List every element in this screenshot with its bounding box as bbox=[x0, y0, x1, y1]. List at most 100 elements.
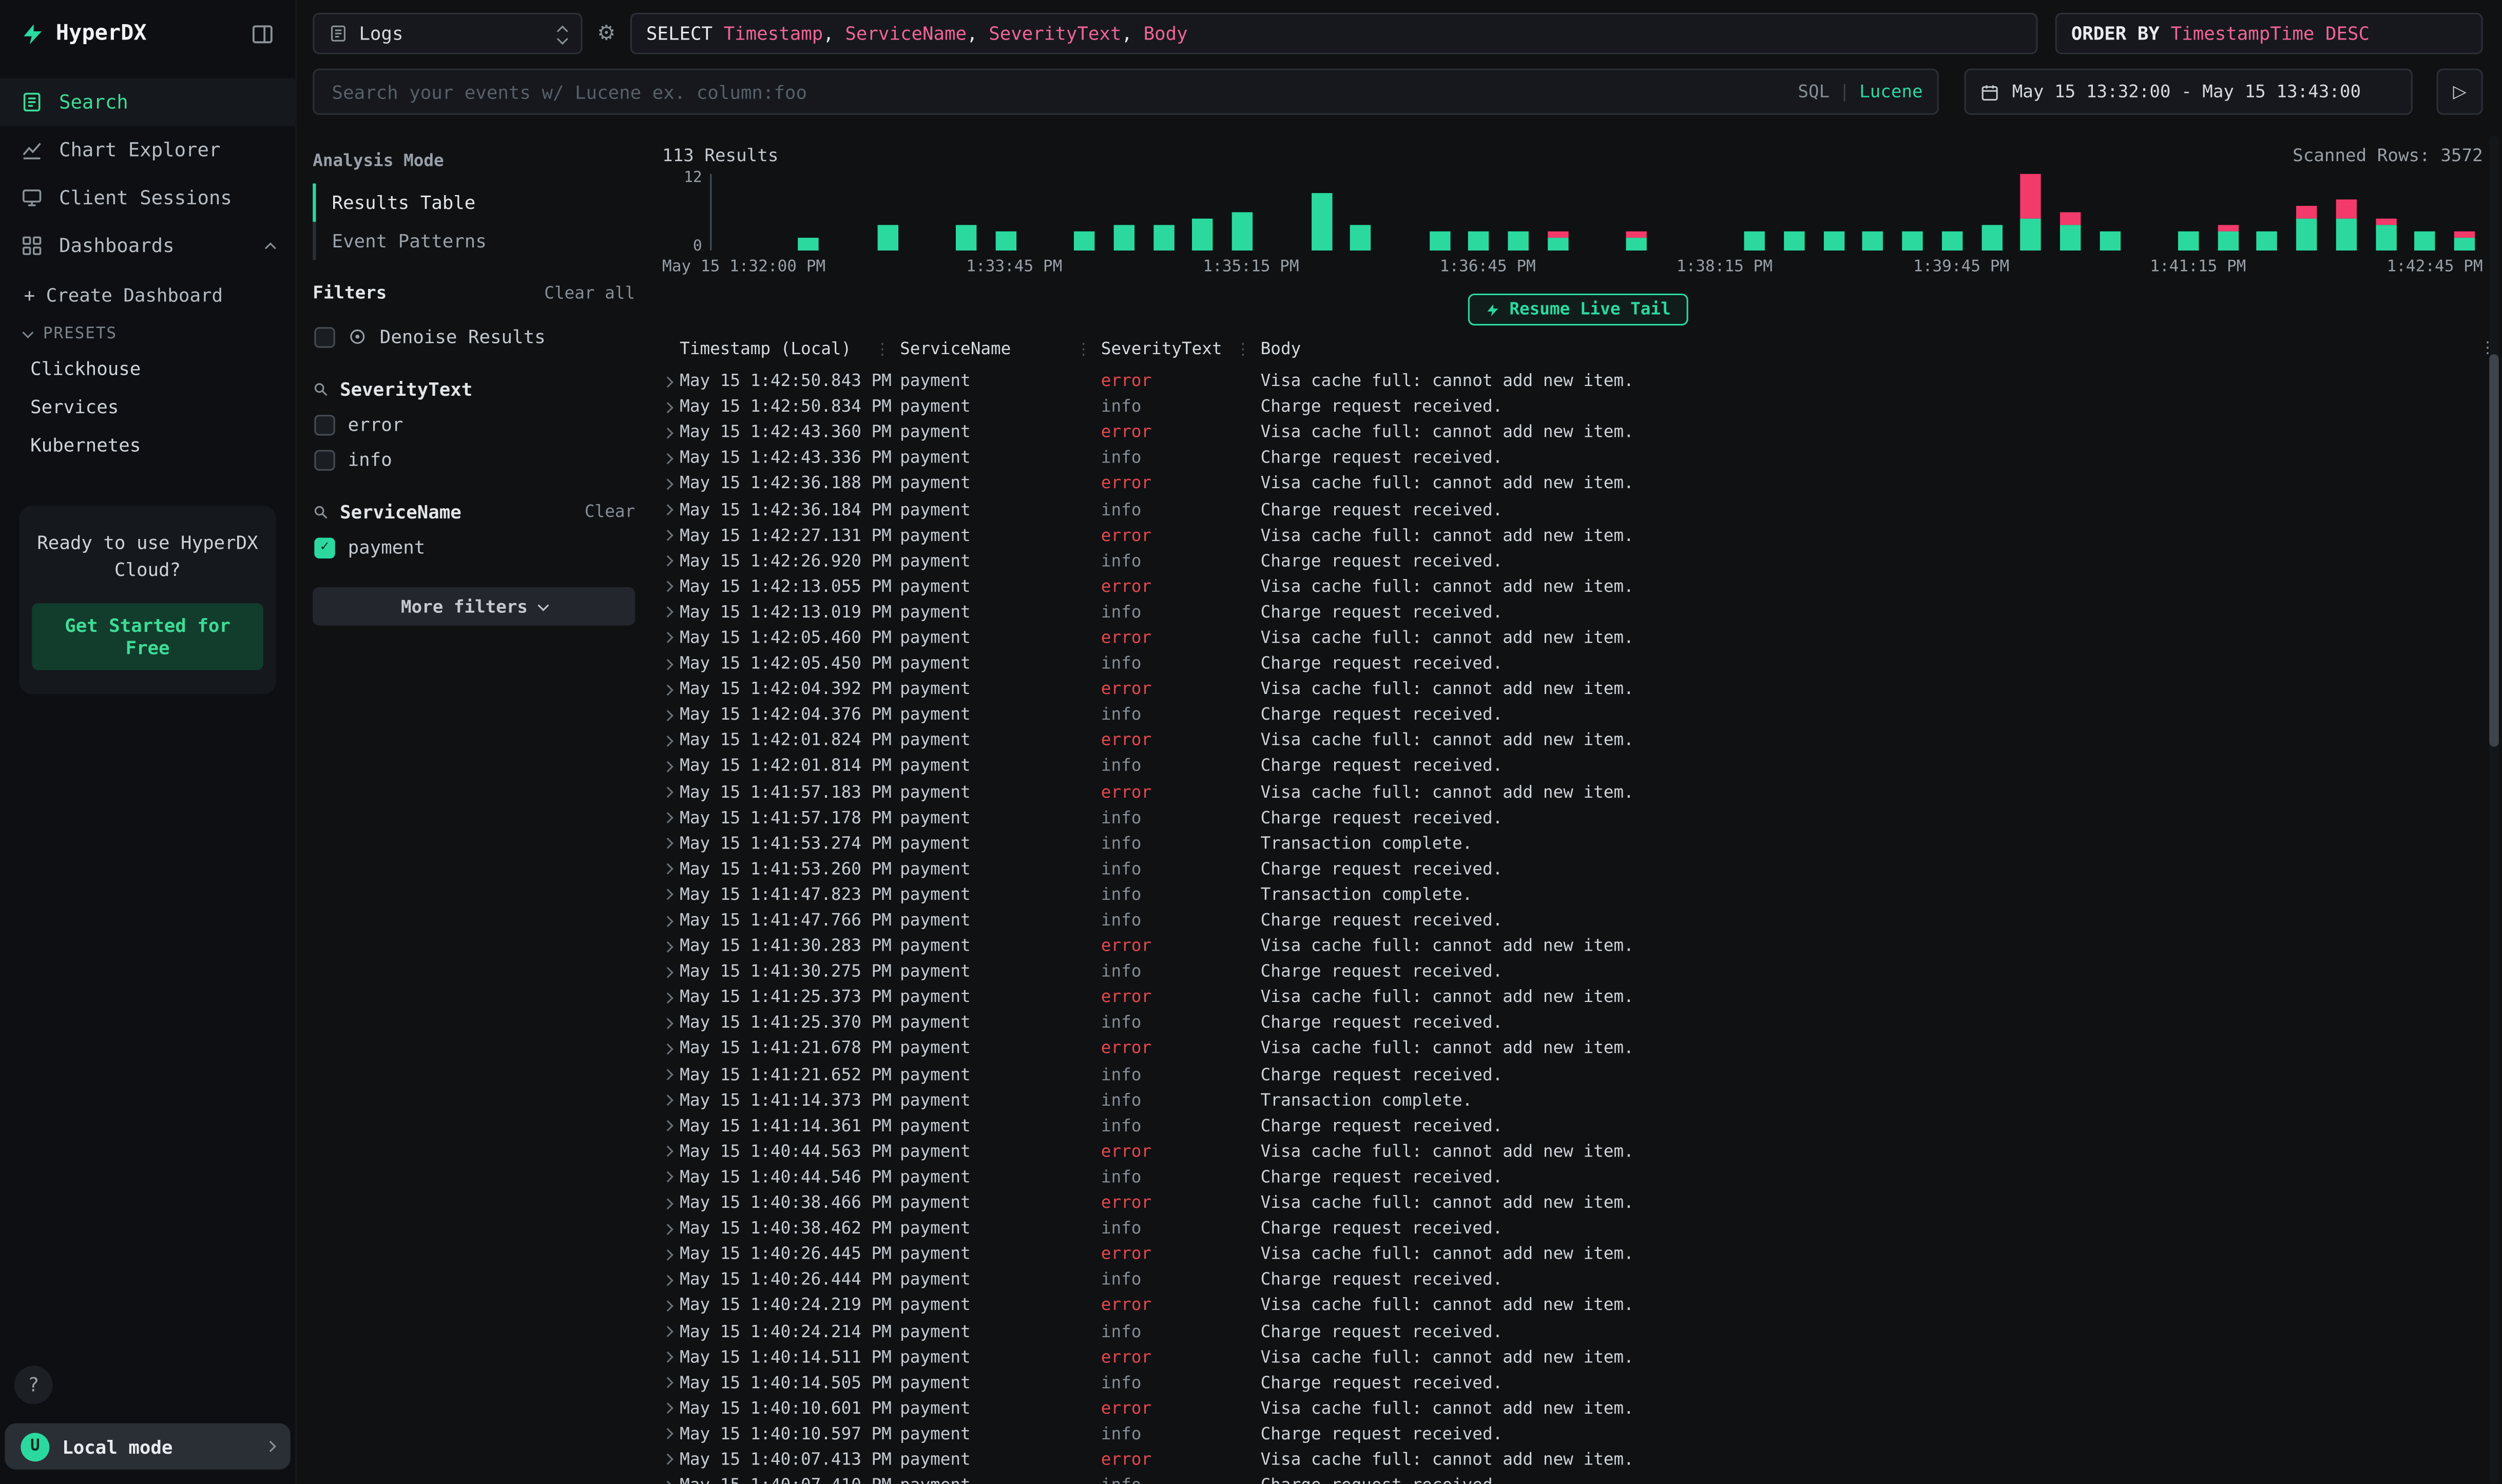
collapse-sidebar-icon[interactable] bbox=[251, 22, 275, 46]
denoise-option[interactable]: Denoise Results bbox=[313, 319, 635, 354]
table-row[interactable]: May 15 1:40:44.563 PMpaymenterrorVisa ca… bbox=[654, 1139, 2502, 1165]
search-input[interactable] bbox=[329, 79, 1785, 105]
table-row[interactable]: May 15 1:42:05.460 PMpaymenterrorVisa ca… bbox=[654, 625, 2502, 651]
table-row[interactable]: May 15 1:40:24.219 PMpaymenterrorVisa ca… bbox=[654, 1293, 2502, 1319]
histogram-bar[interactable] bbox=[877, 225, 898, 250]
row-expand-chevron-icon[interactable] bbox=[654, 1122, 680, 1130]
histogram-bar[interactable] bbox=[1863, 232, 1883, 250]
row-expand-chevron-icon[interactable] bbox=[654, 1404, 680, 1413]
presets-toggle[interactable]: PRESETS bbox=[0, 314, 295, 349]
table-row[interactable]: May 15 1:42:13.055 PMpaymenterrorVisa ca… bbox=[654, 574, 2502, 600]
row-expand-chevron-icon[interactable] bbox=[654, 660, 680, 668]
row-expand-chevron-icon[interactable] bbox=[654, 1353, 680, 1361]
table-row[interactable]: May 15 1:41:25.373 PMpaymenterrorVisa ca… bbox=[654, 985, 2502, 1011]
histogram-bar[interactable] bbox=[1981, 225, 2001, 250]
column-resize-handle-icon[interactable]: ⋮ bbox=[1075, 341, 1101, 358]
get-started-button[interactable]: Get Started for Free bbox=[32, 602, 263, 669]
table-row[interactable]: May 15 1:42:04.392 PMpaymenterrorVisa ca… bbox=[654, 677, 2502, 702]
preset-item-clickhouse[interactable]: Clickhouse bbox=[0, 350, 295, 388]
row-expand-chevron-icon[interactable] bbox=[654, 1148, 680, 1156]
table-row[interactable]: May 15 1:42:36.184 PMpaymentinfoCharge r… bbox=[654, 497, 2502, 523]
row-expand-chevron-icon[interactable] bbox=[654, 1071, 680, 1079]
row-expand-chevron-icon[interactable] bbox=[654, 1327, 680, 1336]
row-expand-chevron-icon[interactable] bbox=[654, 377, 680, 386]
histogram-bar[interactable] bbox=[2218, 225, 2238, 250]
histogram-bar[interactable] bbox=[1311, 193, 1332, 250]
histogram-bar[interactable] bbox=[1902, 232, 1923, 250]
histogram-bar[interactable] bbox=[1429, 232, 1450, 250]
histogram-bar[interactable] bbox=[1547, 232, 1568, 250]
histogram-bar[interactable] bbox=[1469, 232, 1489, 250]
row-expand-chevron-icon[interactable] bbox=[654, 454, 680, 462]
row-expand-chevron-icon[interactable] bbox=[654, 763, 680, 771]
histogram-bar[interactable] bbox=[1823, 232, 1844, 250]
row-expand-chevron-icon[interactable] bbox=[654, 865, 680, 874]
table-row[interactable]: May 15 1:41:47.766 PMpaymentinfoCharge r… bbox=[654, 908, 2502, 934]
histogram-bar[interactable] bbox=[1941, 232, 1962, 250]
table-row[interactable]: May 15 1:42:13.019 PMpaymentinfoCharge r… bbox=[654, 600, 2502, 625]
filter-option-error[interactable]: error bbox=[313, 407, 635, 442]
row-expand-chevron-icon[interactable] bbox=[654, 1276, 680, 1284]
histogram-bar[interactable] bbox=[1232, 212, 1253, 250]
table-row[interactable]: May 15 1:41:25.370 PMpaymentinfoCharge r… bbox=[654, 1011, 2502, 1036]
histogram-bar[interactable] bbox=[1153, 225, 1174, 250]
row-expand-chevron-icon[interactable] bbox=[654, 968, 680, 976]
row-expand-chevron-icon[interactable] bbox=[654, 1019, 680, 1028]
table-row[interactable]: May 15 1:40:07.410 PMpaymentinfoCharge r… bbox=[654, 1473, 2502, 1484]
table-row[interactable]: May 15 1:40:26.445 PMpaymenterrorVisa ca… bbox=[654, 1242, 2502, 1267]
column-resize-handle-icon[interactable]: ⋮ bbox=[874, 341, 900, 358]
row-expand-chevron-icon[interactable] bbox=[654, 429, 680, 437]
row-expand-chevron-icon[interactable] bbox=[654, 1096, 680, 1105]
table-row[interactable]: May 15 1:40:10.601 PMpaymenterrorVisa ca… bbox=[654, 1396, 2502, 1421]
col-header-severitytext[interactable]: SeverityText⋮ bbox=[1101, 340, 1261, 359]
create-dashboard-button[interactable]: + Create Dashboard bbox=[0, 269, 295, 314]
histogram-bar[interactable] bbox=[1074, 232, 1095, 250]
info-checkbox[interactable] bbox=[314, 449, 335, 470]
clear-group-button[interactable]: Clear bbox=[585, 503, 635, 522]
table-row[interactable]: May 15 1:42:27.131 PMpaymenterrorVisa ca… bbox=[654, 523, 2502, 548]
table-row[interactable]: May 15 1:41:21.652 PMpaymentinfoCharge r… bbox=[654, 1062, 2502, 1088]
col-header-timestamp[interactable]: Timestamp (Local)⋮ bbox=[680, 340, 900, 359]
run-query-button[interactable]: ▷ bbox=[2437, 69, 2483, 115]
row-expand-chevron-icon[interactable] bbox=[654, 1456, 680, 1464]
table-row[interactable]: May 15 1:42:50.834 PMpaymentinfoCharge r… bbox=[654, 394, 2502, 420]
row-expand-chevron-icon[interactable] bbox=[654, 480, 680, 488]
table-row[interactable]: May 15 1:42:43.360 PMpaymenterrorVisa ca… bbox=[654, 420, 2502, 446]
table-row[interactable]: May 15 1:41:57.178 PMpaymentinfoCharge r… bbox=[654, 805, 2502, 831]
row-expand-chevron-icon[interactable] bbox=[654, 609, 680, 617]
table-row[interactable]: May 15 1:40:14.511 PMpaymenterrorVisa ca… bbox=[654, 1344, 2502, 1370]
table-row[interactable]: May 15 1:40:38.462 PMpaymentinfoCharge r… bbox=[654, 1216, 2502, 1242]
table-row[interactable]: May 15 1:42:36.188 PMpaymenterrorVisa ca… bbox=[654, 471, 2502, 497]
histogram-bar[interactable] bbox=[2336, 200, 2356, 250]
col-header-servicename[interactable]: ServiceName⋮ bbox=[900, 340, 1101, 359]
preset-item-kubernetes[interactable]: Kubernetes bbox=[0, 426, 295, 465]
table-row[interactable]: May 15 1:41:30.283 PMpaymenterrorVisa ca… bbox=[654, 934, 2502, 959]
table-row[interactable]: May 15 1:42:05.450 PMpaymentinfoCharge r… bbox=[654, 651, 2502, 677]
row-expand-chevron-icon[interactable] bbox=[654, 506, 680, 514]
table-row[interactable]: May 15 1:41:30.275 PMpaymentinfoCharge r… bbox=[654, 959, 2502, 985]
table-row[interactable]: May 15 1:41:53.260 PMpaymentinfoCharge r… bbox=[654, 857, 2502, 882]
source-select[interactable]: Logs bbox=[313, 13, 582, 54]
scrollbar-thumb[interactable] bbox=[2489, 354, 2499, 747]
row-expand-chevron-icon[interactable] bbox=[654, 403, 680, 411]
histogram-bar[interactable] bbox=[2178, 232, 2199, 250]
error-checkbox[interactable] bbox=[314, 414, 335, 435]
table-row[interactable]: May 15 1:40:24.214 PMpaymentinfoCharge r… bbox=[654, 1319, 2502, 1344]
histogram-bar[interactable] bbox=[1784, 232, 1804, 250]
histogram-bar[interactable] bbox=[1508, 232, 1529, 250]
sidebar-item-search[interactable]: Search bbox=[0, 78, 295, 126]
payment-checkbox[interactable]: ✓ bbox=[314, 537, 335, 557]
filter-option-info[interactable]: info bbox=[313, 442, 635, 477]
histogram-bar[interactable] bbox=[2454, 232, 2475, 250]
row-expand-chevron-icon[interactable] bbox=[654, 942, 680, 951]
row-expand-chevron-icon[interactable] bbox=[654, 891, 680, 899]
column-resize-handle-icon[interactable]: ⋮ bbox=[1235, 341, 1261, 358]
scrollbar-track[interactable] bbox=[2489, 136, 2499, 1484]
row-expand-chevron-icon[interactable] bbox=[654, 1199, 680, 1207]
table-row[interactable]: May 15 1:41:14.373 PMpaymentinfoTransact… bbox=[654, 1088, 2502, 1113]
mode-event-patterns[interactable]: Event Patterns bbox=[313, 222, 635, 260]
histogram-bar[interactable] bbox=[2060, 212, 2081, 250]
histogram-bar[interactable] bbox=[2375, 219, 2396, 250]
help-button[interactable]: ? bbox=[14, 1366, 53, 1404]
table-row[interactable]: May 15 1:42:04.376 PMpaymentinfoCharge r… bbox=[654, 702, 2502, 728]
